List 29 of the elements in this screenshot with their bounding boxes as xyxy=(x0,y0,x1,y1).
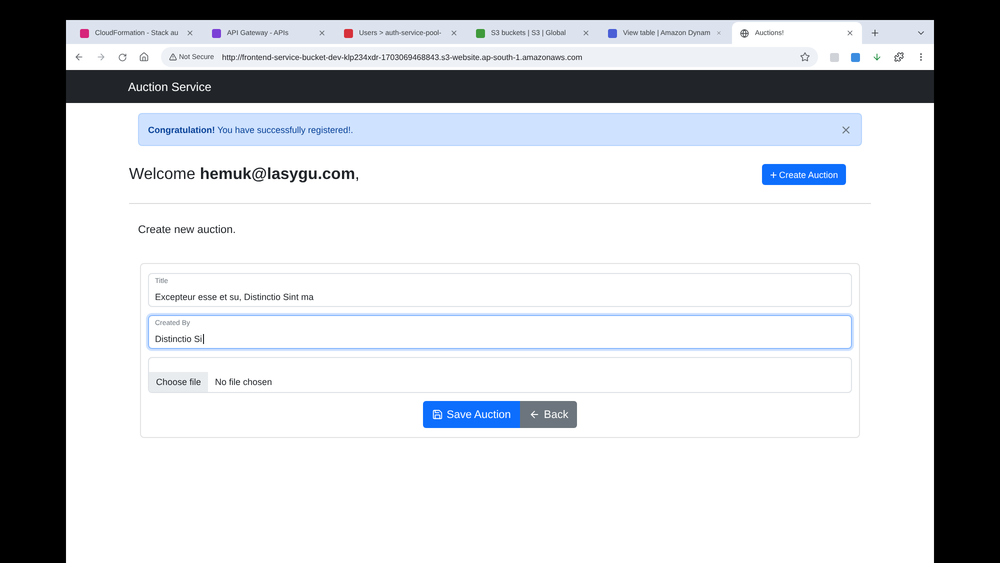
save-auction-button[interactable]: Save Auction xyxy=(422,401,520,428)
navbar-brand[interactable]: Auction Service xyxy=(128,80,212,94)
warning-icon xyxy=(169,53,177,61)
file-status: No file chosen xyxy=(215,377,272,387)
close-icon[interactable] xyxy=(186,29,194,37)
save-icon xyxy=(432,409,443,420)
close-icon[interactable] xyxy=(318,29,326,37)
reload-icon[interactable] xyxy=(118,52,127,62)
home-icon[interactable] xyxy=(139,52,149,62)
file-field[interactable]: Choose file No file chosen xyxy=(148,357,852,393)
puzzle-icon[interactable] xyxy=(894,52,904,62)
close-icon[interactable] xyxy=(840,124,852,136)
download-icon[interactable] xyxy=(872,52,882,62)
close-icon[interactable] xyxy=(716,29,722,37)
forward-icon[interactable] xyxy=(96,52,106,62)
create-auction-button[interactable]: + Create Auction xyxy=(762,164,846,185)
extension-icon[interactable] xyxy=(851,52,860,62)
arrow-left-icon xyxy=(528,409,540,420)
back-button[interactable]: Back xyxy=(520,401,578,428)
close-icon[interactable] xyxy=(582,29,590,37)
star-icon[interactable] xyxy=(800,52,810,62)
choose-file-button[interactable]: Choose file xyxy=(149,372,208,392)
section-title: Create new auction. xyxy=(138,224,237,236)
close-icon[interactable] xyxy=(846,29,854,37)
alert-message: Congratulation! You have successfully registered!. xyxy=(148,124,354,134)
close-icon[interactable] xyxy=(450,29,458,37)
new-tab-icon[interactable] xyxy=(870,28,880,38)
back-icon[interactable] xyxy=(74,52,84,62)
welcome-heading: Welcome hemuk@lasygu.com, xyxy=(129,166,360,184)
